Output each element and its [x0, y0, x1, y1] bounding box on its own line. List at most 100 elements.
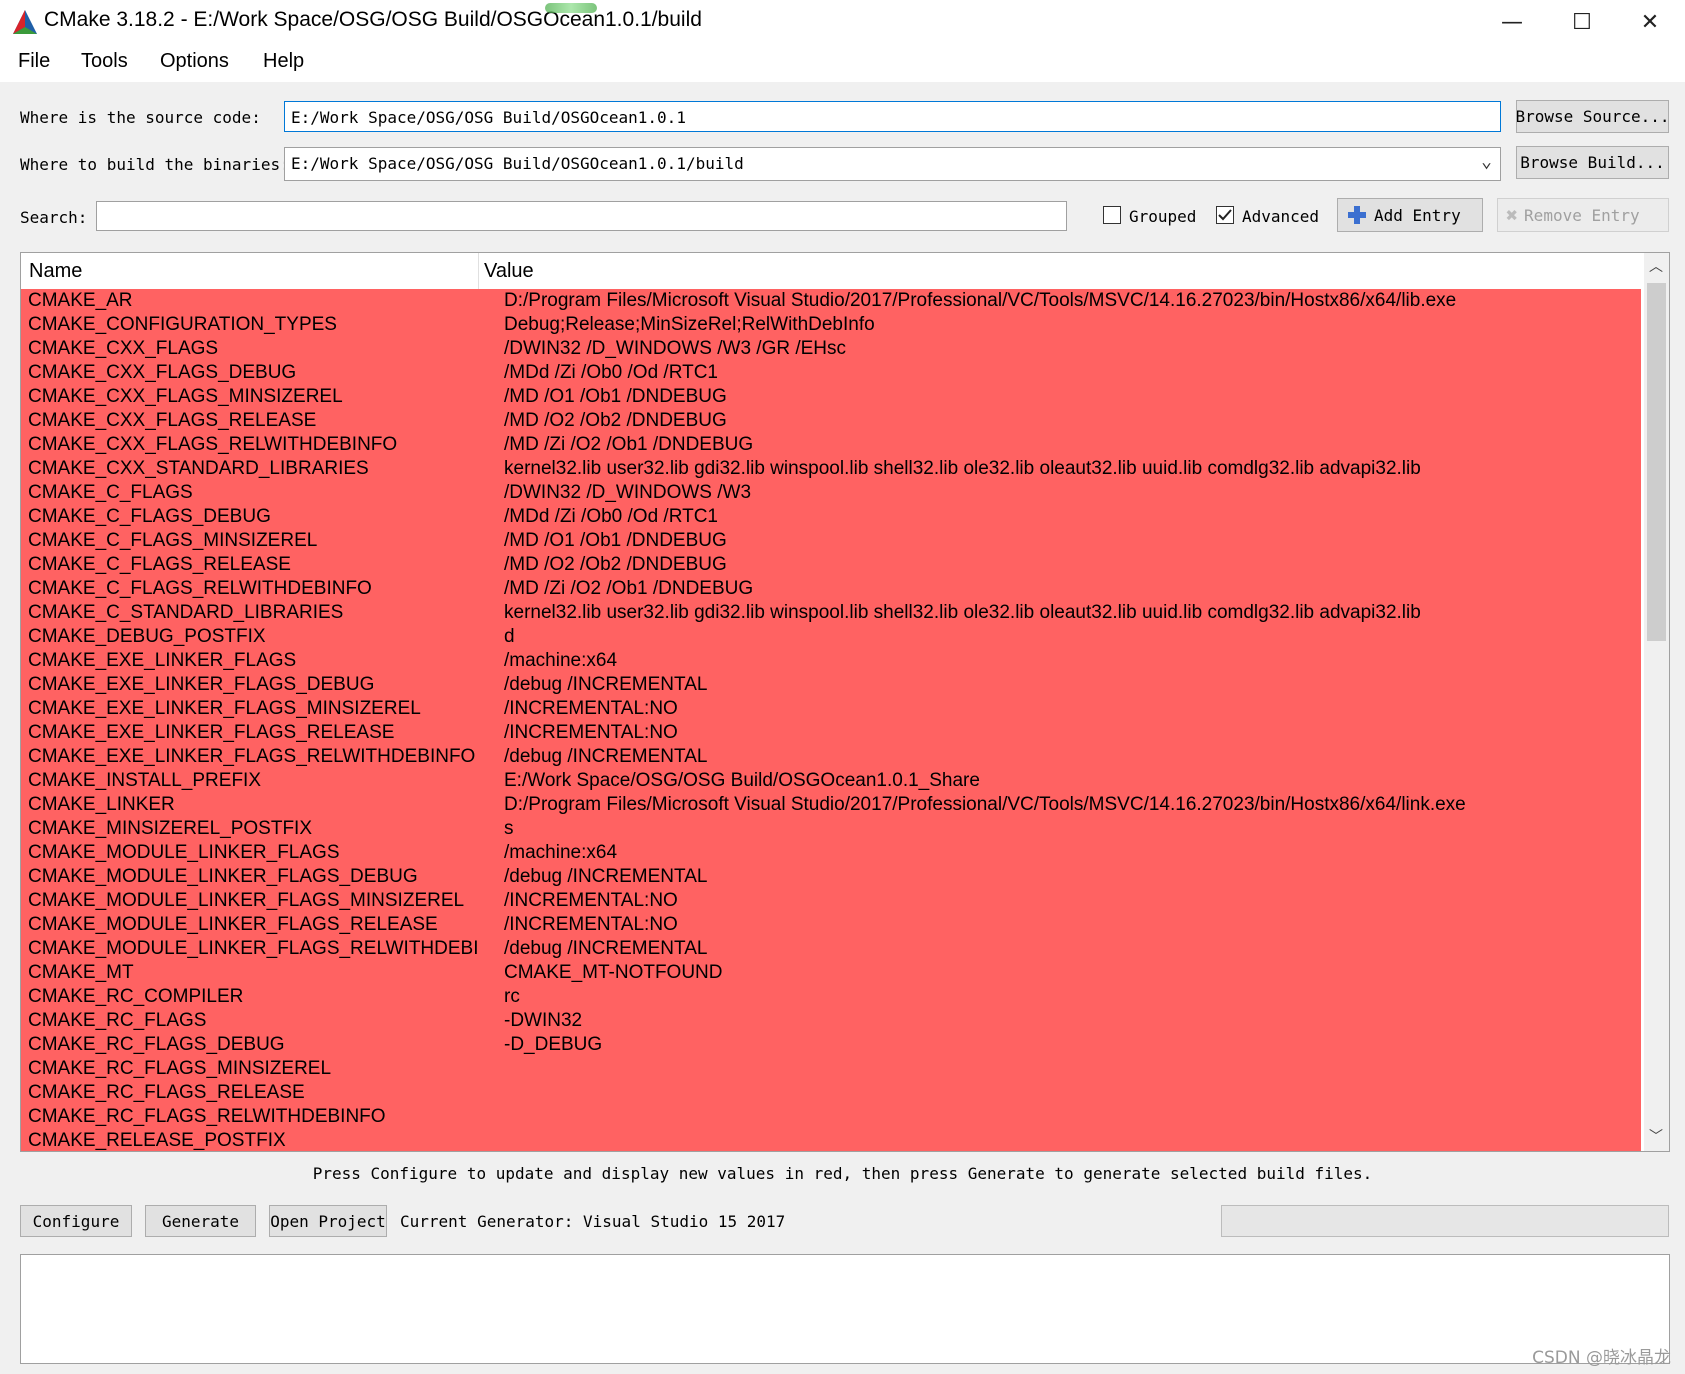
minimize-button[interactable]: — — [1477, 0, 1547, 44]
row-value[interactable]: /MD /Zi /O2 /Ob1 /DNDEBUG — [478, 433, 753, 457]
row-value[interactable]: /INCREMENTAL:NO — [478, 721, 678, 745]
vertical-scrollbar[interactable]: ︿ ﹀ — [1644, 253, 1669, 1151]
row-value[interactable]: rc — [478, 985, 520, 1009]
configure-button[interactable]: Configure — [20, 1205, 132, 1237]
row-name[interactable]: CMAKE_EXE_LINKER_FLAGS_RELEASE — [21, 721, 478, 745]
table-row[interactable]: CMAKE_CXX_FLAGS_RELEASE/MD /O2 /Ob2 /DND… — [21, 409, 1641, 433]
row-name[interactable]: CMAKE_EXE_LINKER_FLAGS_RELWITHDEBINFO — [21, 745, 478, 769]
row-name[interactable]: CMAKE_MINSIZEREL_POSTFIX — [21, 817, 478, 841]
browse-source-button[interactable]: Browse Source... — [1516, 100, 1669, 133]
row-value[interactable] — [478, 1105, 504, 1129]
scroll-up-icon[interactable]: ︿ — [1648, 259, 1664, 275]
output-log[interactable] — [20, 1254, 1670, 1364]
row-value[interactable]: /INCREMENTAL:NO — [478, 697, 678, 721]
row-name[interactable]: CMAKE_MODULE_LINKER_FLAGS — [21, 841, 478, 865]
row-value[interactable]: -D_DEBUG — [478, 1033, 602, 1057]
row-name[interactable]: CMAKE_RC_COMPILER — [21, 985, 478, 1009]
row-name[interactable]: CMAKE_LINKER — [21, 793, 478, 817]
table-row[interactable]: CMAKE_C_FLAGS/DWIN32 /D_WINDOWS /W3 — [21, 481, 1641, 505]
generate-button[interactable]: Generate — [145, 1205, 256, 1237]
browse-build-button[interactable]: Browse Build... — [1516, 146, 1669, 179]
scroll-down-icon[interactable]: ﹀ — [1648, 1129, 1664, 1145]
row-value[interactable]: s — [478, 817, 514, 841]
row-value[interactable]: /MD /O2 /Ob2 /DNDEBUG — [478, 553, 727, 577]
table-row[interactable]: CMAKE_MODULE_LINKER_FLAGS_RELEASE/INCREM… — [21, 913, 1641, 937]
table-row[interactable]: CMAKE_MINSIZEREL_POSTFIX s — [21, 817, 1641, 841]
table-row[interactable]: CMAKE_CXX_FLAGS_MINSIZEREL/MD /O1 /Ob1 /… — [21, 385, 1641, 409]
row-name[interactable]: CMAKE_C_STANDARD_LIBRARIES — [21, 601, 478, 625]
row-value[interactable]: /MDd /Zi /Ob0 /Od /RTC1 — [478, 361, 718, 385]
source-input[interactable]: E:/Work Space/OSG/OSG Build/OSGOcean1.0.… — [284, 101, 1501, 132]
open-project-button[interactable]: Open Project — [269, 1205, 387, 1237]
maximize-button[interactable]: ☐ — [1547, 0, 1617, 44]
table-row[interactable]: CMAKE_EXE_LINKER_FLAGS_MINSIZEREL/INCREM… — [21, 697, 1641, 721]
row-name[interactable]: CMAKE_DEBUG_POSTFIX — [21, 625, 478, 649]
row-name[interactable]: CMAKE_CXX_STANDARD_LIBRARIES — [21, 457, 478, 481]
row-name[interactable]: CMAKE_MT — [21, 961, 478, 985]
row-name[interactable]: CMAKE_RC_FLAGS — [21, 1009, 478, 1033]
row-name[interactable]: CMAKE_RC_FLAGS_MINSIZEREL — [21, 1057, 478, 1081]
row-value[interactable] — [478, 1057, 504, 1081]
table-row[interactable]: CMAKE_MODULE_LINKER_FLAGS/machine:x64 — [21, 841, 1641, 865]
row-name[interactable]: CMAKE_CXX_FLAGS — [21, 337, 478, 361]
row-name[interactable]: CMAKE_C_FLAGS_MINSIZEREL — [21, 529, 478, 553]
table-row[interactable]: CMAKE_RC_FLAGS_RELEASE — [21, 1081, 1641, 1105]
menu-file[interactable]: File — [18, 50, 50, 73]
row-value[interactable]: /MD /Zi /O2 /Ob1 /DNDEBUG — [478, 577, 753, 601]
row-value[interactable]: d — [478, 625, 515, 649]
grouped-checkbox[interactable] — [1103, 206, 1121, 224]
row-value[interactable]: /MD /O2 /Ob2 /DNDEBUG — [478, 409, 727, 433]
menu-options[interactable]: Options — [160, 50, 229, 73]
table-row[interactable]: CMAKE_CXX_FLAGS_DEBUG/MDd /Zi /Ob0 /Od /… — [21, 361, 1641, 385]
row-name[interactable]: CMAKE_MODULE_LINKER_FLAGS_RELWITHDEBIN..… — [21, 937, 478, 961]
row-name[interactable]: CMAKE_RC_FLAGS_RELEASE — [21, 1081, 478, 1105]
row-value[interactable]: -DWIN32 — [478, 1009, 582, 1033]
table-row[interactable]: CMAKE_MODULE_LINKER_FLAGS_MINSIZEREL/INC… — [21, 889, 1641, 913]
row-name[interactable]: CMAKE_MODULE_LINKER_FLAGS_MINSIZEREL — [21, 889, 478, 913]
table-row[interactable]: CMAKE_MODULE_LINKER_FLAGS_DEBUG/debug /I… — [21, 865, 1641, 889]
row-name[interactable]: CMAKE_INSTALL_PREFIX — [21, 769, 478, 793]
table-row[interactable]: CMAKE_DEBUG_POSTFIX d — [21, 625, 1641, 649]
table-row[interactable]: CMAKE_CXX_FLAGS/DWIN32 /D_WINDOWS /W3 /G… — [21, 337, 1641, 361]
row-value[interactable]: /MD /O1 /Ob1 /DNDEBUG — [478, 385, 727, 409]
header-value[interactable]: Value — [484, 260, 534, 283]
table-row[interactable]: CMAKE_C_FLAGS_RELWITHDEBINFO/MD /Zi /O2 … — [21, 577, 1641, 601]
table-row[interactable]: CMAKE_RC_FLAGS_DEBUG -D_DEBUG — [21, 1033, 1641, 1057]
table-row[interactable]: CMAKE_C_STANDARD_LIBRARIES kernel32.lib u… — [21, 601, 1641, 625]
row-name[interactable]: CMAKE_CXX_FLAGS_RELWITHDEBINFO — [21, 433, 478, 457]
row-value[interactable]: /debug /INCREMENTAL — [478, 937, 707, 961]
table-row[interactable]: CMAKE_EXE_LINKER_FLAGS_DEBUG/debug /INCR… — [21, 673, 1641, 697]
scrollbar-thumb[interactable] — [1647, 283, 1666, 641]
row-name[interactable]: CMAKE_C_FLAGS_RELWITHDEBINFO — [21, 577, 478, 601]
row-name[interactable]: CMAKE_RC_FLAGS_RELWITHDEBINFO — [21, 1105, 478, 1129]
row-name[interactable]: CMAKE_C_FLAGS_RELEASE — [21, 553, 478, 577]
row-name[interactable]: CMAKE_MODULE_LINKER_FLAGS_DEBUG — [21, 865, 478, 889]
menu-tools[interactable]: Tools — [81, 50, 128, 73]
row-value[interactable]: D:/Program Files/Microsoft Visual Studio… — [478, 793, 1466, 817]
add-entry-button[interactable]: Add Entry — [1337, 198, 1483, 232]
table-row[interactable]: CMAKE_CXX_STANDARD_LIBRARIES kernel32.lib… — [21, 457, 1641, 481]
table-row[interactable]: CMAKE_RELEASE_POSTFIX — [21, 1129, 1641, 1151]
row-name[interactable]: CMAKE_C_FLAGS — [21, 481, 478, 505]
row-name[interactable]: CMAKE_CXX_FLAGS_DEBUG — [21, 361, 478, 385]
table-row[interactable]: CMAKE_MT CMAKE_MT-NOTFOUND — [21, 961, 1641, 985]
row-name[interactable]: CMAKE_EXE_LINKER_FLAGS_DEBUG — [21, 673, 478, 697]
row-value[interactable]: /INCREMENTAL:NO — [478, 913, 678, 937]
row-value[interactable]: /MDd /Zi /Ob0 /Od /RTC1 — [478, 505, 718, 529]
table-row[interactable]: CMAKE_LINKER D:/Program Files/Microsoft V… — [21, 793, 1641, 817]
table-row[interactable]: CMAKE_INSTALL_PREFIX E:/Work Space/OSG/OS… — [21, 769, 1641, 793]
row-value[interactable]: kernel32.lib user32.lib gdi32.lib winspo… — [478, 601, 1421, 625]
header-name[interactable]: Name — [29, 260, 82, 283]
row-value[interactable]: /debug /INCREMENTAL — [478, 673, 707, 697]
row-value[interactable]: /machine:x64 — [478, 649, 617, 673]
close-button[interactable]: ✕ — [1615, 0, 1685, 44]
row-value[interactable]: /DWIN32 /D_WINDOWS /W3 /GR /EHsc — [478, 337, 846, 361]
row-name[interactable]: CMAKE_EXE_LINKER_FLAGS_MINSIZEREL — [21, 697, 478, 721]
table-row[interactable]: CMAKE_C_FLAGS_RELEASE/MD /O2 /Ob2 /DNDEB… — [21, 553, 1641, 577]
row-name[interactable]: CMAKE_CONFIGURATION_TYPES — [21, 313, 478, 337]
row-value[interactable]: /MD /O1 /Ob1 /DNDEBUG — [478, 529, 727, 553]
row-value[interactable]: Debug;Release;MinSizeRel;RelWithDebInfo — [478, 313, 875, 337]
table-row[interactable]: CMAKE_EXE_LINKER_FLAGS_RELWITHDEBINFO/de… — [21, 745, 1641, 769]
row-name[interactable]: CMAKE_CXX_FLAGS_RELEASE — [21, 409, 478, 433]
row-value[interactable]: /DWIN32 /D_WINDOWS /W3 — [478, 481, 751, 505]
